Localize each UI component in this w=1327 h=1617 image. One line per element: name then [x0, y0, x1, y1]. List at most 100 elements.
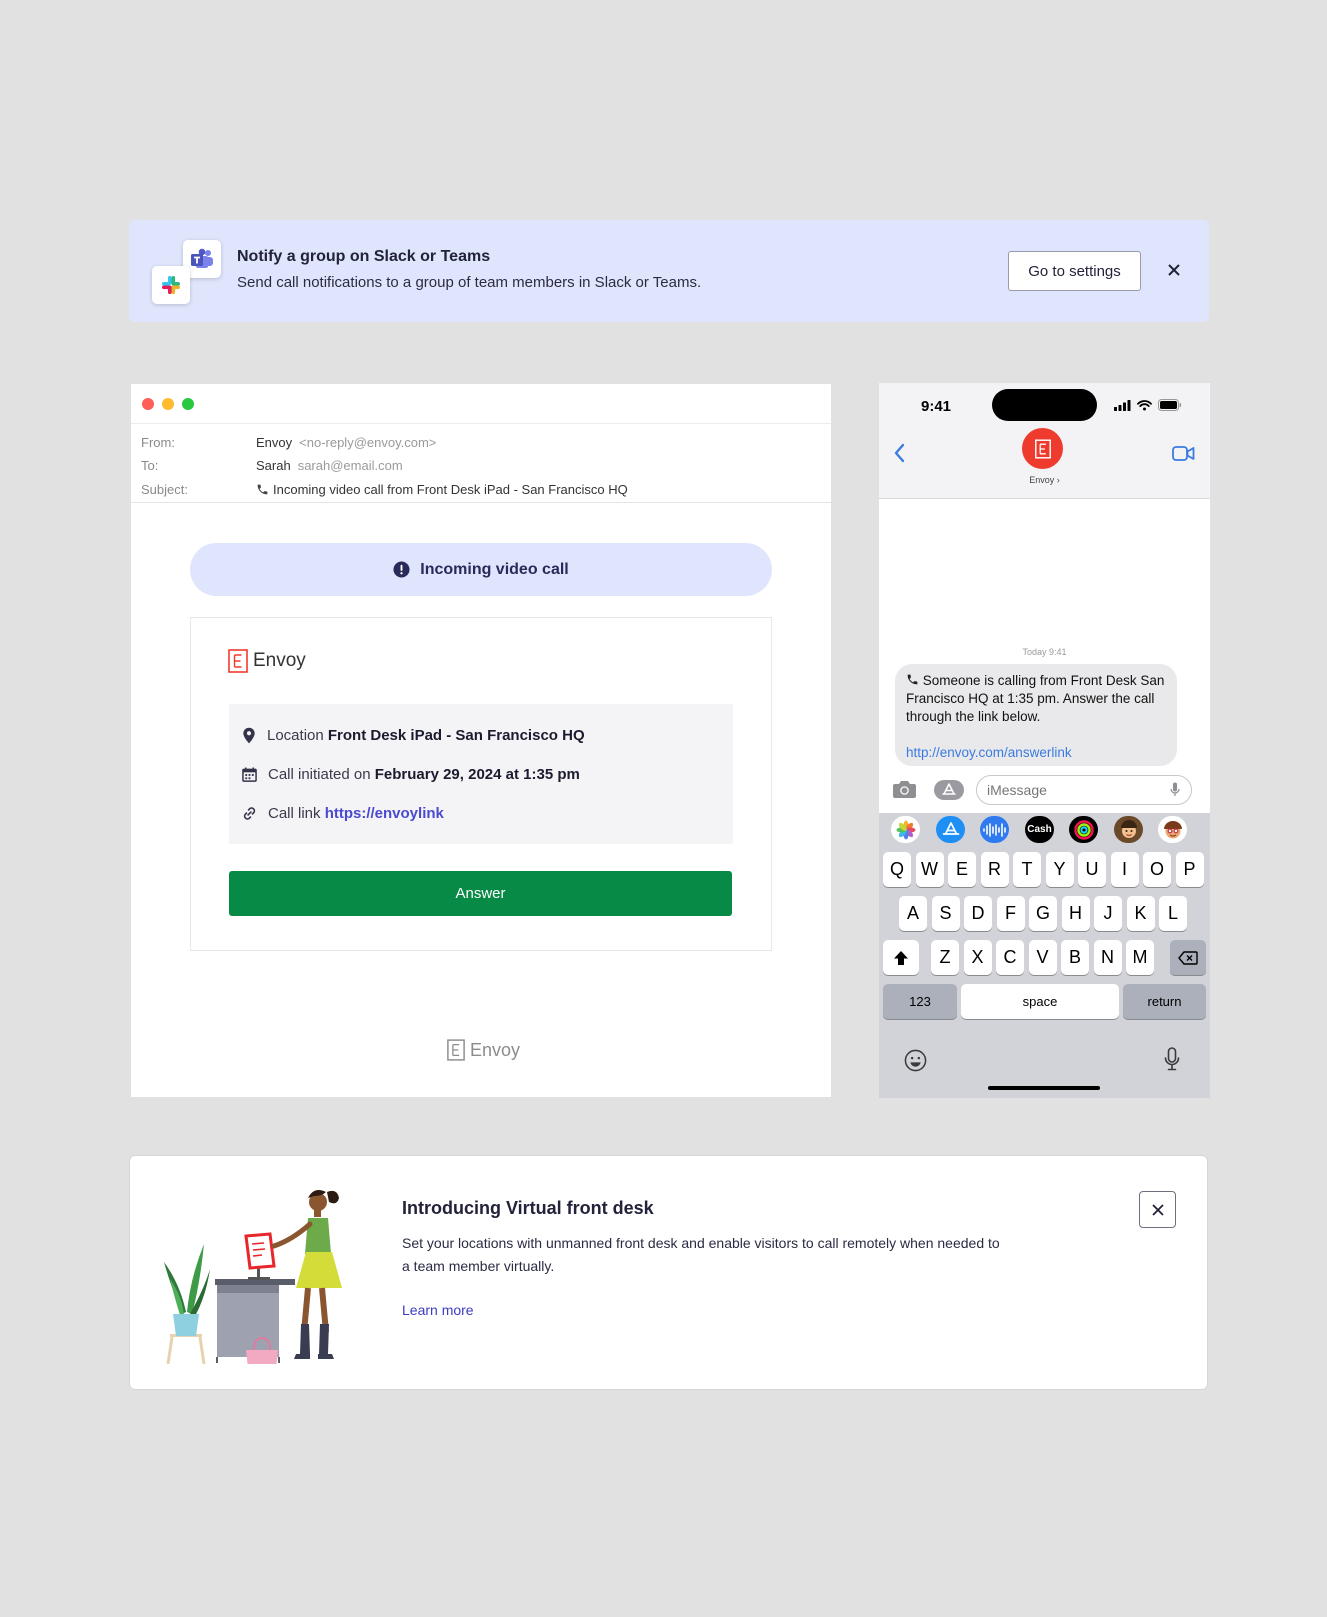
keyboard-mic-icon[interactable]	[1164, 1047, 1180, 1077]
key-e[interactable]: E	[948, 852, 976, 887]
link-row: Call link https://envoylink	[242, 805, 444, 822]
emoji-icon[interactable]	[904, 1049, 927, 1077]
key-y[interactable]: Y	[1045, 852, 1074, 887]
close-icon[interactable]	[1162, 258, 1186, 282]
incoming-call-alert: Incoming video call	[190, 543, 772, 596]
key-t[interactable]: T	[1013, 852, 1041, 887]
minimize-window-button[interactable]	[162, 398, 174, 410]
key-w[interactable]: W	[915, 852, 944, 887]
key-f[interactable]: F	[996, 896, 1025, 931]
brand-name: Envoy	[253, 650, 306, 671]
dictation-mic-icon[interactable]	[1170, 782, 1180, 802]
camera-icon[interactable]	[892, 779, 917, 804]
from-name: Envoy	[256, 435, 293, 450]
intro-title: Introducing Virtual front desk	[402, 1198, 654, 1218]
key-q[interactable]: Q	[883, 852, 911, 887]
calendar-icon	[242, 767, 257, 782]
key-v[interactable]: V	[1028, 940, 1057, 975]
answer-button[interactable]: Answer	[229, 871, 732, 916]
from-label: From:	[141, 435, 175, 450]
close-icon[interactable]	[1139, 1191, 1176, 1228]
status-icons	[1114, 399, 1182, 411]
close-window-button[interactable]	[142, 398, 154, 410]
maximize-window-button[interactable]	[182, 398, 194, 410]
alert-text: Incoming video call	[420, 560, 569, 578]
banner-description: Send call notifications to a group of te…	[237, 274, 702, 291]
key-l[interactable]: L	[1159, 896, 1187, 931]
key-s[interactable]: S	[931, 896, 960, 931]
initiated-label: Call initiated on	[268, 766, 371, 783]
key-k[interactable]: K	[1126, 896, 1155, 931]
location-row: Location Front Desk iPad - San Francisco…	[242, 727, 585, 744]
key-b[interactable]: B	[1061, 940, 1089, 975]
key-c[interactable]: C	[996, 940, 1024, 975]
memoji-2-icon[interactable]	[1158, 816, 1187, 843]
key-o[interactable]: O	[1143, 852, 1171, 887]
apps-button-icon[interactable]	[934, 780, 964, 800]
backspace-icon	[1178, 950, 1198, 965]
shift-key[interactable]	[883, 940, 919, 975]
call-card: Envoy Location Front Desk iPad - San Fra…	[190, 617, 772, 951]
app-drawer: Cash	[879, 813, 1210, 847]
signal-icon	[1114, 399, 1131, 411]
to-label: To:	[141, 458, 159, 473]
email-header: From: Envoy <no-reply@envoy.com> To: Sar…	[131, 423, 831, 503]
subject-text: Incoming video call from Front Desk iPad…	[273, 482, 628, 497]
learn-more-link[interactable]: Learn more	[402, 1302, 474, 1318]
message-text: Someone is calling from Front Desk San F…	[906, 673, 1165, 724]
envoy-footer-icon	[447, 1039, 465, 1061]
location-value: Front Desk iPad - San Francisco HQ	[327, 727, 585, 744]
envoy-avatar[interactable]	[1022, 428, 1063, 469]
home-indicator	[988, 1086, 1100, 1090]
key-p[interactable]: P	[1175, 852, 1204, 887]
key-a[interactable]: A	[899, 896, 927, 931]
back-chevron-icon[interactable]	[893, 443, 905, 468]
key-j[interactable]: J	[1094, 896, 1122, 931]
key-z[interactable]: Z	[931, 940, 959, 975]
call-link[interactable]: https://envoylink	[325, 805, 444, 822]
video-call-icon[interactable]	[1172, 446, 1195, 466]
phone-icon	[906, 673, 923, 688]
compose-bar	[879, 775, 1210, 811]
cash-icon[interactable]: Cash	[1025, 816, 1054, 843]
to-row: To: Sarah sarah@email.com	[141, 458, 403, 473]
contact-name[interactable]: Envoy ›	[879, 475, 1210, 485]
message-bubble: Someone is calling from Front Desk San F…	[895, 664, 1177, 766]
dynamic-island	[992, 389, 1097, 421]
footer-brand-name: Envoy	[470, 1039, 521, 1060]
audio-icon[interactable]	[980, 816, 1009, 843]
key-d[interactable]: D	[964, 896, 992, 931]
email-window: From: Envoy <no-reply@envoy.com> To: Sar…	[131, 384, 831, 1097]
numbers-key[interactable]: 123	[883, 984, 957, 1019]
link-icon	[242, 806, 257, 821]
message-link[interactable]: http://envoy.com/answerlink	[906, 744, 1166, 762]
call-details: Location Front Desk iPad - San Francisco…	[229, 704, 733, 844]
to-name: Sarah	[256, 458, 291, 473]
activity-icon[interactable]	[1069, 816, 1098, 843]
key-x[interactable]: X	[963, 940, 992, 975]
footer-envoy-logo: Envoy	[447, 1039, 520, 1061]
envoy-logo-icon	[228, 649, 248, 673]
virtual-front-desk-card: Introducing Virtual front desk Set your …	[129, 1155, 1208, 1390]
subject-label: Subject:	[141, 482, 188, 497]
key-u[interactable]: U	[1078, 852, 1106, 887]
memoji-icon[interactable]	[1114, 816, 1143, 843]
key-g[interactable]: G	[1029, 896, 1057, 931]
cash-label: Cash	[1027, 824, 1052, 835]
key-i[interactable]: I	[1110, 852, 1139, 887]
key-h[interactable]: H	[1061, 896, 1090, 931]
phone-screen: 9:41 Envoy › Today 9:41 Someone is calli…	[879, 383, 1210, 1098]
app-store-icon[interactable]	[936, 816, 965, 843]
key-r[interactable]: R	[980, 852, 1009, 887]
imessage-input[interactable]	[976, 775, 1192, 805]
photos-icon[interactable]	[891, 816, 920, 843]
key-n[interactable]: N	[1093, 940, 1122, 975]
return-key[interactable]: return	[1123, 984, 1206, 1019]
go-to-settings-button[interactable]: Go to settings	[1008, 251, 1141, 291]
messages-header: 9:41 Envoy ›	[879, 383, 1210, 499]
slack-teams-banner: Notify a group on Slack or Teams Send ca…	[129, 220, 1209, 322]
space-key[interactable]: space	[961, 984, 1119, 1019]
front-desk-illustration	[160, 1184, 350, 1369]
delete-key[interactable]	[1170, 940, 1206, 975]
key-m[interactable]: M	[1126, 940, 1154, 975]
